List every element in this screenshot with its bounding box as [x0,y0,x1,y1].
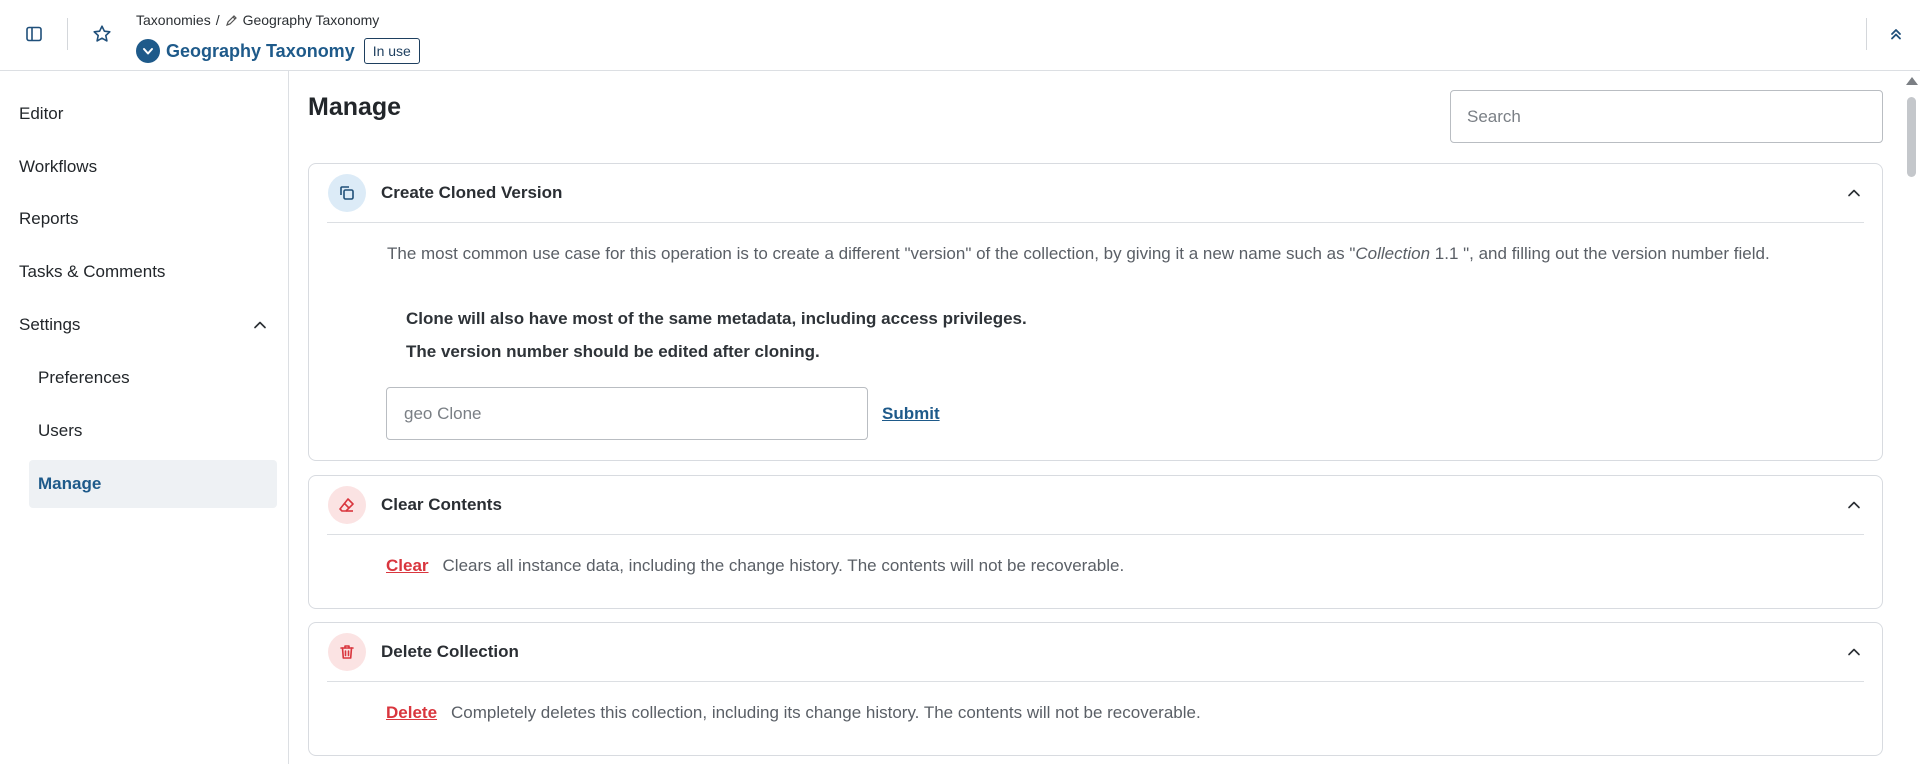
sidebar-item-label: Settings [19,315,81,334]
clear-action-row: Clear Clears all instance data, includin… [386,556,1124,576]
header-divider [67,18,68,50]
sidebar-item-label: Users [38,421,83,440]
sidebar-item-label: Tasks & Comments [19,262,166,281]
clone-description: The most common use case for this operat… [387,242,1787,266]
page-title: Manage [308,93,402,121]
delete-description: Completely deletes this collection, incl… [451,703,1201,722]
breadcrumb: Taxonomies / Geography Taxonomy [136,12,379,28]
description-italic: Collection [1355,244,1431,263]
scrollbar[interactable] [1902,71,1920,764]
sidebar-item-manage[interactable]: Manage [29,460,277,508]
chevron-down-icon[interactable] [136,39,160,63]
trash-icon [328,633,366,671]
sidebar-item-tasks-comments[interactable]: Tasks & Comments [0,248,288,296]
sidebar-item-preferences[interactable]: Preferences [29,354,277,402]
top-header: Taxonomies / Geography Taxonomy Geograph… [0,0,1920,71]
card-title: Delete Collection [381,642,519,661]
clone-note-version: The version number should be edited afte… [406,342,820,361]
title-row: Geography Taxonomy In use [136,36,420,66]
clone-card-header[interactable]: Create Cloned Version [309,164,1882,223]
star-icon[interactable] [89,21,115,47]
card-title: Create Cloned Version [381,183,563,202]
sidebar-item-reports[interactable]: Reports [0,195,288,243]
card-title: Clear Contents [381,495,502,514]
eraser-icon [328,486,366,524]
card-divider [327,681,1864,682]
clear-card: Clear Contents Clear Clears all instance… [308,475,1883,609]
sidebar-item-label: Reports [19,209,79,228]
description-text: 1.1 ", and filling out the version numbe… [1430,244,1770,263]
submit-button[interactable]: Submit [882,404,940,424]
clear-button[interactable]: Clear [386,556,429,576]
clear-description: Clears all instance data, including the … [442,556,1125,575]
sidebar-item-label: Preferences [38,368,130,387]
main-content: Manage Create Cloned Version The most co… [290,71,1900,764]
page-header-title: Geography Taxonomy [166,40,355,61]
status-badge: In use [363,38,420,64]
sidebar-toggle-icon[interactable] [21,21,47,47]
delete-button[interactable]: Delete [386,703,437,723]
search-input[interactable] [1450,90,1883,143]
description-text: The most common use case for this operat… [387,244,1356,263]
header-divider-right [1866,18,1867,50]
sidebar: Editor Workflows Reports Tasks & Comment… [0,71,289,764]
pencil-icon [225,14,238,27]
clear-card-header[interactable]: Clear Contents [309,476,1882,535]
sidebar-item-editor[interactable]: Editor [0,90,288,138]
chevron-up-icon[interactable] [1846,644,1862,665]
delete-card: Delete Collection Delete Completely dele… [308,622,1883,756]
chevrons-up-icon[interactable] [1883,21,1909,47]
clone-note-metadata: Clone will also have most of the same me… [406,309,1027,328]
card-divider [327,222,1864,223]
sidebar-item-users[interactable]: Users [29,407,277,455]
breadcrumb-parent-link[interactable]: Taxonomies [136,12,211,28]
sidebar-item-label: Editor [19,104,64,123]
scroll-up-arrow-icon[interactable] [1906,77,1918,85]
delete-action-row: Delete Completely deletes this collectio… [386,703,1201,723]
card-divider [327,534,1864,535]
sidebar-item-settings[interactable]: Settings [0,301,288,349]
breadcrumb-separator: / [215,12,220,28]
chevron-up-icon[interactable] [1846,497,1862,518]
copy-icon [328,174,366,212]
chevron-up-icon [252,317,268,338]
delete-card-header[interactable]: Delete Collection [309,623,1882,682]
chevron-up-icon[interactable] [1846,185,1862,206]
sidebar-item-label: Workflows [19,157,98,176]
clone-card: Create Cloned Version The most common us… [308,163,1883,461]
scrollbar-thumb[interactable] [1907,97,1916,177]
clone-name-input[interactable] [386,387,868,440]
sidebar-item-label: Manage [38,474,102,493]
breadcrumb-current: Geography Taxonomy [242,12,380,28]
sidebar-item-workflows[interactable]: Workflows [0,143,288,191]
